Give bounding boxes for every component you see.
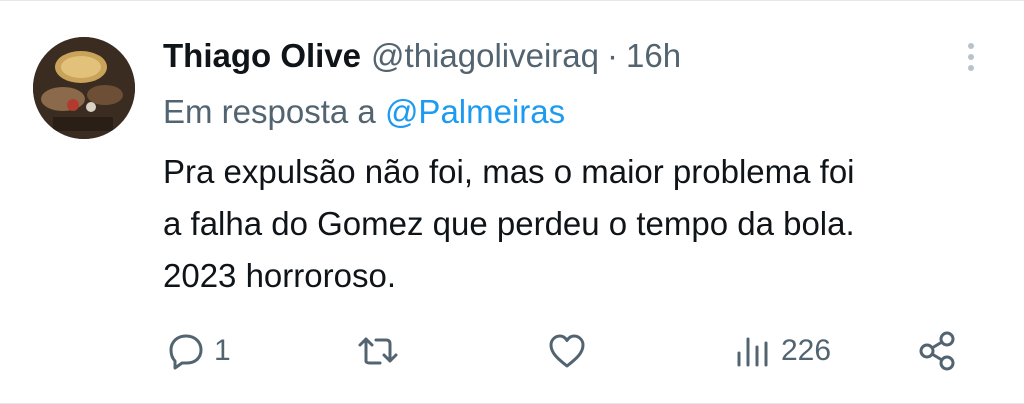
avatar[interactable] <box>33 37 135 139</box>
author-handle[interactable]: @thiagoliveiraq <box>371 33 599 79</box>
like-button[interactable] <box>546 326 588 376</box>
reply-count: 1 <box>214 334 231 367</box>
heart-icon <box>546 331 588 371</box>
avatar-image <box>33 37 135 139</box>
tweet-header: Thiago Olive @thiagoliveiraq · 16h <box>163 33 681 79</box>
tweet-card[interactable]: Thiago Olive @thiagoliveiraq · 16h Em re… <box>0 0 1024 404</box>
share-nodes-icon <box>916 329 960 373</box>
reply-context: Em resposta a @Palmeiras <box>163 89 565 135</box>
views-button[interactable]: 226 <box>733 326 831 376</box>
tweet-text-line: a falha do Gomez que perdeu o tempo da b… <box>163 205 855 242</box>
speech-bubble-icon <box>166 331 206 371</box>
more-dot <box>968 54 974 60</box>
timestamp[interactable]: 16h <box>626 33 681 79</box>
reply-prefix: Em resposta a <box>163 93 376 130</box>
author-name[interactable]: Thiago Olive <box>163 33 361 79</box>
tweet-text: Pra expulsão não foi, mas o maior proble… <box>163 146 1003 302</box>
more-options-icon[interactable] <box>958 37 984 77</box>
action-bar: 1 226 <box>0 326 1024 376</box>
tweet-text-line: 2023 horroroso. <box>163 257 396 294</box>
reply-mention-link[interactable]: @Palmeiras <box>385 93 565 130</box>
separator-dot: · <box>607 37 619 74</box>
retweet-button[interactable] <box>356 326 400 376</box>
share-button[interactable] <box>916 326 960 376</box>
more-dot <box>968 43 974 49</box>
views-count: 226 <box>781 334 832 367</box>
retweet-icon <box>356 331 400 371</box>
more-dot <box>968 65 974 71</box>
tweet-text-line: Pra expulsão não foi, mas o maior proble… <box>163 153 855 190</box>
reply-button[interactable]: 1 <box>166 326 231 376</box>
bar-chart-icon <box>733 331 773 371</box>
